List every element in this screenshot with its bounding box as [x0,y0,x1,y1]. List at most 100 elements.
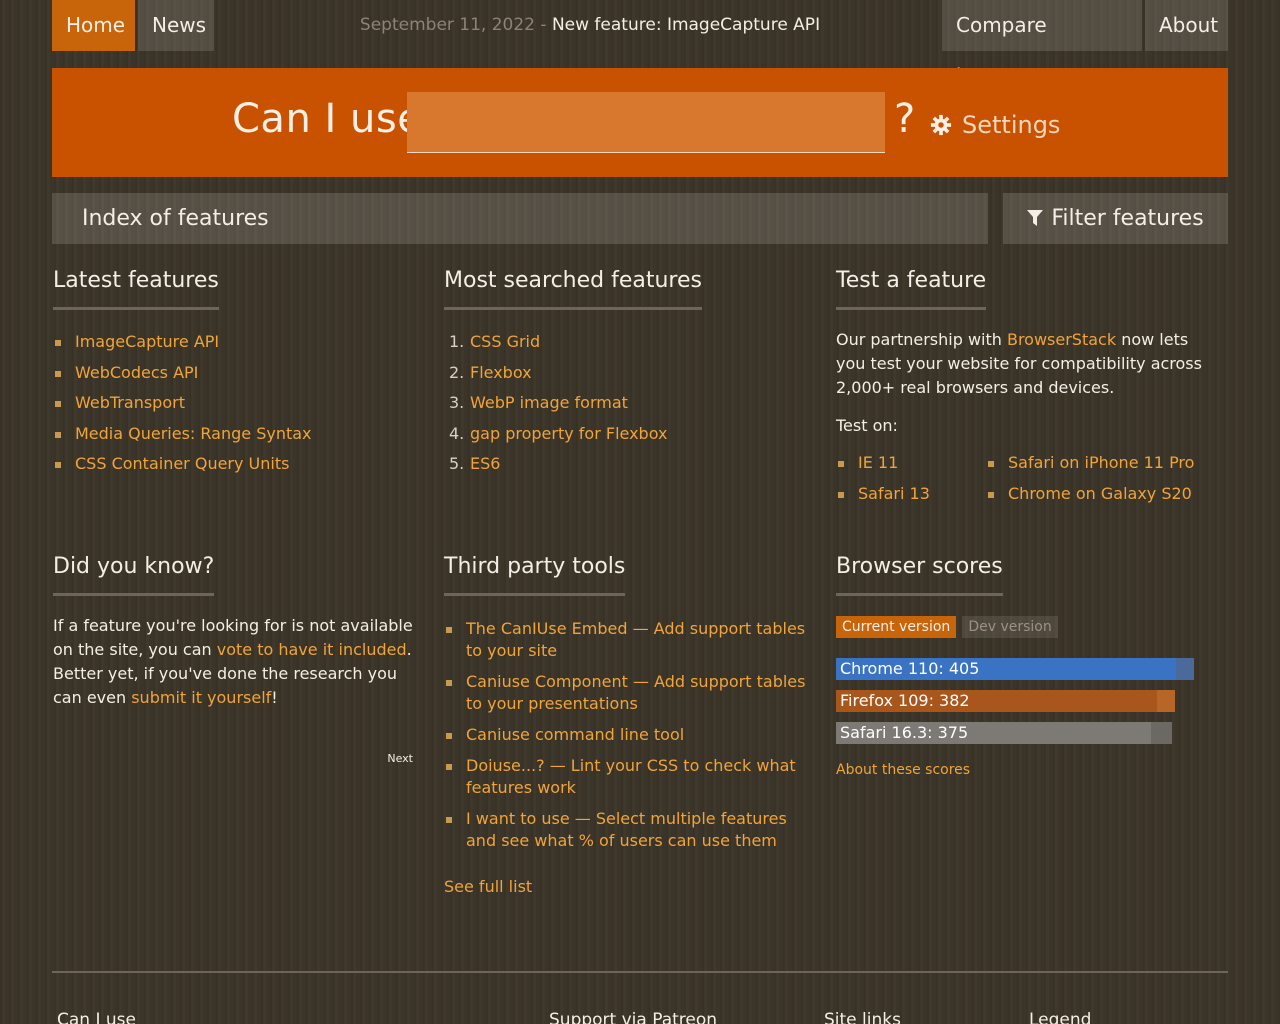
rank-number: 5. [449,454,465,473]
footer-can-i-use: Can I use [57,1010,136,1024]
footer-site-links: Site links [824,1010,901,1024]
list-item: Safari on iPhone 11 Pro [986,453,1194,473]
nav-home[interactable]: Home [52,0,135,51]
score-bars: Chrome 110: 405 Firefox 109: 382 Safari … [836,658,1206,744]
gear-icon [930,114,952,136]
test-links: IE 11 Safari 13 Safari on iPhone 11 Pro … [836,453,1206,514]
latest-link[interactable]: WebCodecs API [75,363,198,382]
most-searched-list: 1. CSS Grid 2. Flexbox 3. WebP image format… [444,332,814,474]
nav-about[interactable]: About [1145,0,1228,51]
test-description: Our partnership with BrowserStack now le… [836,328,1206,400]
list-item: CSS Container Query Units [53,454,423,474]
list-item: Chrome on Galaxy S20 [986,484,1194,504]
tool-link[interactable]: I want to use — Select multiple features… [466,809,787,850]
question-mark: ? [894,96,916,142]
submit-link[interactable]: submit it yourself [131,688,271,707]
list-item: Caniuse Component — Add support tables t… [444,671,814,715]
index-title: Index of features [82,206,269,231]
vote-link[interactable]: vote to have it included [217,640,407,659]
latest-list: ImageCapture API WebCodecs API WebTransp… [53,332,423,474]
next-tip-link[interactable]: Next [387,752,413,765]
score-row: Chrome 110: 405 [836,658,1206,680]
list-item: ImageCapture API [53,332,423,352]
most-searched-features: Most searched features 1. CSS Grid 2. Flex… [444,268,814,485]
list-item: 2. Flexbox [444,363,814,383]
index-bar[interactable]: Index of features [52,193,988,244]
test-list-col1: IE 11 Safari 13 [836,453,986,514]
search-label: Can I use [232,96,423,142]
score-label: Safari 16.3: 375 [840,723,969,742]
test-text-before: Our partnership with [836,330,1007,349]
did-you-know-title: Did you know? [53,554,215,596]
footer-divider [52,971,1228,973]
rank-number: 2. [449,362,465,382]
tool-link[interactable]: Doiuse...? — Lint your CSS to check what… [466,756,796,797]
latest-link[interactable]: ImageCapture API [75,332,219,351]
list-item: 3. WebP image format [444,393,814,413]
search-input[interactable] [407,92,885,153]
most-searched-link[interactable]: Flexbox [470,363,532,382]
test-title: Test a feature [836,268,987,310]
rank-number: 3. [449,393,465,412]
most-searched-link[interactable]: WebP image format [470,393,628,412]
test-list-col2: Safari on iPhone 11 Pro Chrome on Galaxy… [986,453,1194,514]
filter-features-button[interactable]: Filter features [1003,193,1228,244]
tool-link[interactable]: Caniuse command line tool [466,725,684,744]
list-item: WebTransport [53,393,423,413]
latest-features: Latest features ImageCapture API WebCode… [53,268,423,485]
most-searched-title: Most searched features [444,268,702,310]
footer-patreon: Support via Patreon [549,1010,718,1024]
announcement-date: September 11, 2022 [359,15,535,35]
about-scores-link[interactable]: About these scores [836,762,1206,778]
tab-current-version[interactable]: Current version [836,616,957,638]
score-label: Chrome 110: 405 [840,659,980,678]
footer-legend: Legend [1029,1010,1092,1024]
tool-link[interactable]: Caniuse Component — Add support tables t… [466,672,805,713]
top-nav: Home News September 11, 2022 - New featu… [52,0,1228,88]
list-item: Safari 13 [836,484,986,504]
latest-title: Latest features [53,268,219,310]
list-item: The CanIUse Embed — Add support tables t… [444,618,814,662]
list-item: 4. gap property for Flexbox [444,424,814,444]
test-browser-link[interactable]: Safari 13 [858,484,930,503]
most-searched-link[interactable]: ES6 [470,454,500,473]
latest-link[interactable]: WebTransport [75,393,185,412]
announcement-link[interactable]: New feature: ImageCapture API [552,15,820,35]
test-browser-link[interactable]: Safari on iPhone 11 Pro [1008,453,1194,472]
list-item: Caniuse command line tool [444,724,814,746]
see-full-list-link[interactable]: See full list [444,877,814,896]
tools-list: The CanIUse Embed — Add support tables t… [444,618,814,852]
test-a-feature: Test a feature Our partnership with Brow… [836,268,1206,514]
did-you-know-text: If a feature you're looking for is not a… [53,614,423,710]
list-item: I want to use — Select multiple features… [444,808,814,852]
dyk-text-3: ! [271,688,278,707]
browserstack-link[interactable]: BrowserStack [1007,330,1116,349]
tool-link[interactable]: The CanIUse Embed — Add support tables t… [466,619,805,660]
rank-number: 4. [449,423,465,443]
did-you-know: Did you know? If a feature you're lookin… [53,554,423,774]
list-item: Doiuse...? — Lint your CSS to check what… [444,755,814,799]
third-party-title: Third party tools [444,554,626,596]
scores-title: Browser scores [836,554,1003,596]
list-item: Media Queries: Range Syntax [53,424,423,444]
settings-button[interactable]: Settings [930,108,1060,142]
test-browser-link[interactable]: Chrome on Galaxy S20 [1008,484,1192,503]
filter-icon [1027,210,1044,226]
latest-link[interactable]: CSS Container Query Units [75,454,289,473]
tab-dev-version[interactable]: Dev version [962,616,1058,638]
announcement: September 11, 2022 - New feature: ImageC… [312,0,868,51]
list-item: WebCodecs API [53,363,423,383]
rank-number: 1. [449,332,465,351]
filter-label: Filter features [1051,206,1204,231]
nav-news[interactable]: News [138,0,214,51]
score-row: Safari 16.3: 375 [836,722,1206,744]
most-searched-link[interactable]: CSS Grid [470,332,540,351]
third-party-tools: Third party tools The CanIUse Embed — Ad… [444,554,814,896]
list-item: 1. CSS Grid [444,332,814,352]
test-on-label: Test on: [836,416,898,435]
test-browser-link[interactable]: IE 11 [858,453,898,472]
most-searched-link[interactable]: gap property for Flexbox [470,424,667,443]
list-item: 5. ES6 [444,454,814,474]
nav-compare-browsers[interactable]: Compare browsers [942,0,1142,88]
latest-link[interactable]: Media Queries: Range Syntax [75,424,312,443]
